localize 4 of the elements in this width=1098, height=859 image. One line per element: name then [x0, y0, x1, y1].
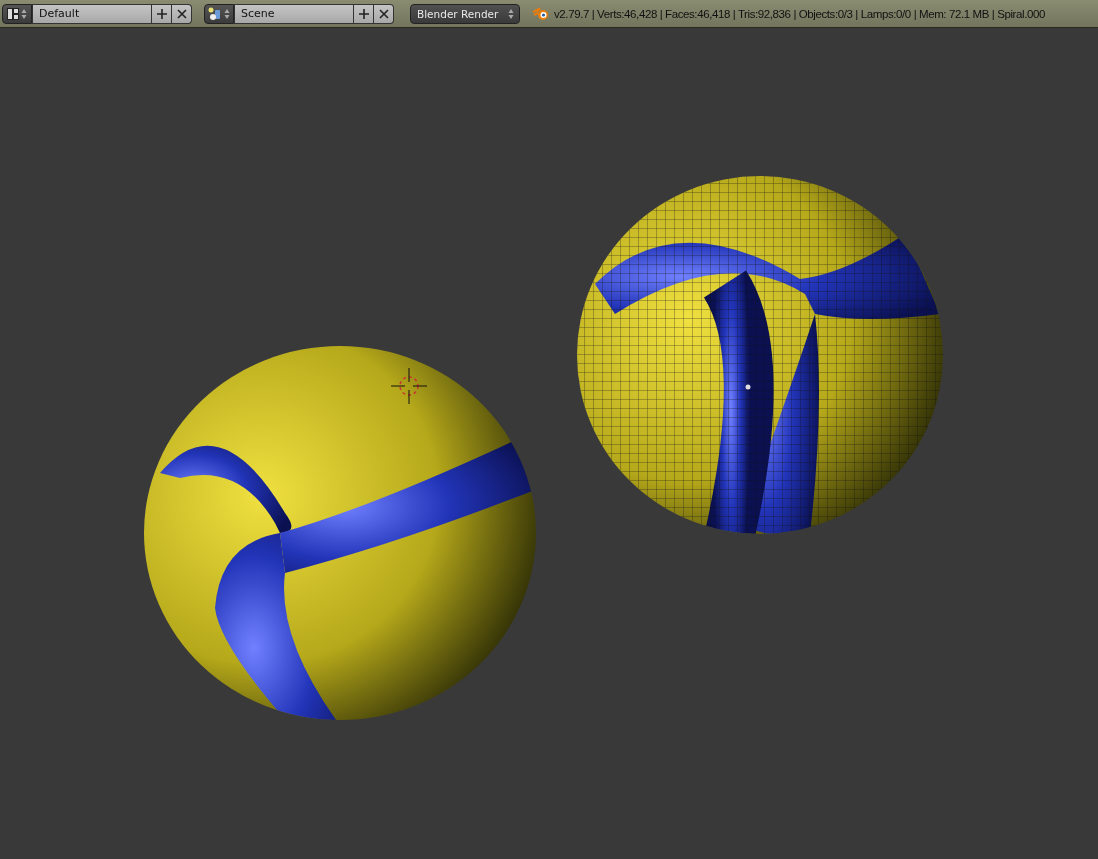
render-engine-dropdown[interactable]: Blender Render — [410, 3, 520, 24]
scene-name-field[interactable]: Scene — [234, 3, 354, 24]
scene-statistics: v2.79.7 | Verts:46,428 | Faces:46,418 | Tris:92,836 | Objects:0/3 | Lamps:0/0 | Mem: 72.1 MB | Spiral.000 — [554, 7, 1045, 20]
layout-name-field[interactable]: Default — [32, 3, 152, 24]
